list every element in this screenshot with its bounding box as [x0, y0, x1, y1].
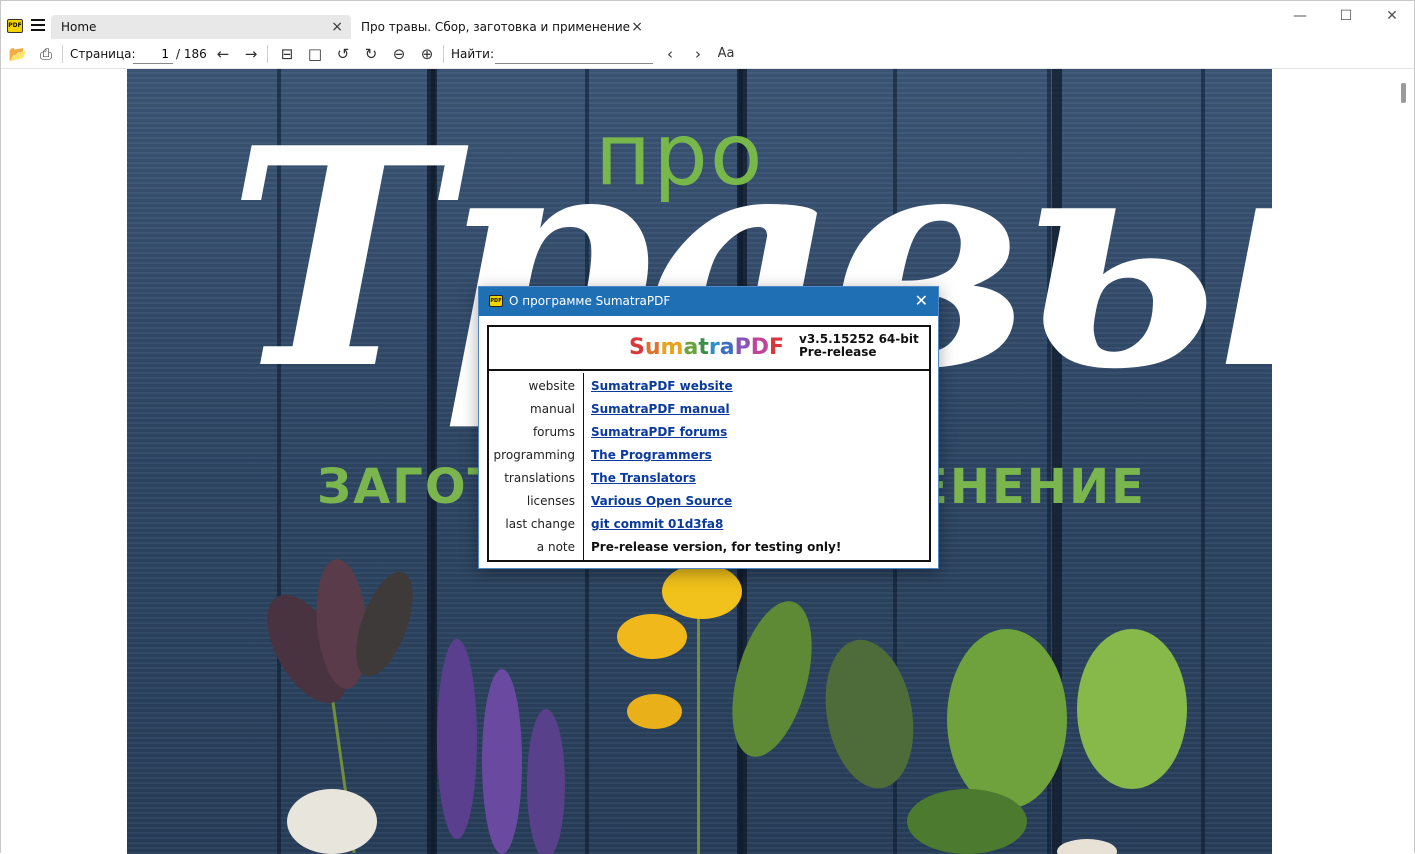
toolbar-divider [62, 45, 63, 63]
page-label: Страница: [70, 47, 136, 61]
app-window: PDF Home × Про травы. Сбор, заготовка и … [0, 0, 1415, 854]
tab-close-icon[interactable]: × [631, 15, 643, 39]
page-number-input[interactable] [133, 44, 173, 64]
tab-label: Про травы. Сбор, заготовка и применение.… [361, 20, 631, 34]
about-row-website: website SumatraPDF website [489, 379, 929, 402]
match-case-icon[interactable]: Aa [715, 43, 737, 65]
logo-letter: D [750, 335, 769, 360]
find-prev-icon[interactable]: ‹ [659, 43, 681, 65]
logo-letter: F [768, 335, 784, 360]
row-link[interactable]: SumatraPDF website [591, 379, 733, 393]
row-link[interactable]: Various Open Source [591, 494, 732, 508]
toolbar: 📂 ⎙ Страница: / 186 ← → ⊟ □ ↺ ↻ ⊖ ⊕ Найт… [1, 39, 1414, 69]
single-page-layout-icon[interactable]: □ [304, 43, 326, 65]
prev-page-icon[interactable]: ← [212, 43, 234, 65]
tab-home[interactable]: Home × [51, 15, 351, 39]
about-row-a-note: a note Pre-release version, for testing o… [489, 540, 929, 563]
about-row-licenses: licenses Various Open Source [489, 494, 929, 517]
logo-letter: a [683, 335, 699, 360]
next-page-icon[interactable]: → [240, 43, 262, 65]
sumatrapdf-logo: SumatraPDF [629, 335, 784, 360]
open-folder-icon[interactable]: 📂 [7, 43, 29, 65]
maximize-button[interactable]: ☐ [1323, 5, 1369, 29]
find-next-icon[interactable]: › [687, 43, 709, 65]
row-label: manual [530, 402, 575, 416]
version-info: v3.5.15252 64-bit Pre-release [799, 333, 919, 359]
tab-close-icon[interactable]: × [331, 15, 343, 39]
row-label: licenses [526, 494, 575, 508]
toolbar-divider [443, 45, 444, 63]
rotate-left-icon[interactable]: ↺ [332, 43, 354, 65]
about-header: SumatraPDF v3.5.15252 64-bit Pre-release [489, 327, 929, 371]
zoom-out-icon[interactable]: ⊖ [388, 43, 410, 65]
about-row-translations: translations The Translators [489, 471, 929, 494]
about-row-manual: manual SumatraPDF manual [489, 402, 929, 425]
row-link[interactable]: SumatraPDF manual [591, 402, 730, 416]
vertical-scrollbar[interactable] [1396, 69, 1414, 854]
row-label: translations [504, 471, 575, 485]
dialog-title-bar: PDF О программе SumatraPDF ✕ [479, 287, 938, 316]
logo-letter: m [660, 335, 684, 360]
logo-letter: r [708, 335, 720, 360]
continuous-layout-icon[interactable]: ⊟ [276, 43, 298, 65]
row-link[interactable]: git commit 01d3fa8 [591, 517, 723, 531]
toolbar-divider [267, 45, 268, 63]
row-label: programming [493, 448, 575, 462]
release-type: Pre-release [799, 345, 877, 359]
zoom-in-icon[interactable]: ⊕ [416, 43, 438, 65]
logo-letter: S [629, 335, 645, 360]
tab-label: Home [61, 20, 97, 34]
row-label: a note [536, 540, 575, 554]
row-link[interactable]: The Translators [591, 471, 696, 485]
dialog-close-button[interactable]: ✕ [915, 287, 928, 315]
logo-letter: t [698, 335, 709, 360]
logo-letter: u [644, 335, 661, 360]
about-dialog: PDF О программе SumatraPDF ✕ SumatraPDF … [478, 286, 939, 569]
app-logo-icon: PDF [489, 295, 503, 307]
about-row-programming: programming The Programmers [489, 448, 929, 471]
find-label: Найти: [451, 47, 495, 61]
title-bar: PDF Home × Про травы. Сбор, заготовка и … [1, 1, 1414, 39]
menu-hamburger-icon[interactable] [31, 19, 45, 33]
page-total: / 186 [176, 47, 207, 61]
row-link[interactable]: SumatraPDF forums [591, 425, 727, 439]
find-input[interactable] [495, 44, 653, 64]
scrollbar-thumb[interactable] [1401, 83, 1406, 103]
row-note: Pre-release version, for testing only! [591, 540, 842, 554]
row-label: forums [532, 425, 575, 439]
close-window-button[interactable]: ✕ [1369, 5, 1415, 29]
row-link[interactable]: The Programmers [591, 448, 712, 462]
row-label: last change [505, 517, 575, 531]
dialog-title: О программе SumatraPDF [509, 294, 671, 308]
about-content: SumatraPDF v3.5.15252 64-bit Pre-release… [487, 325, 931, 562]
about-row-forums: forums SumatraPDF forums [489, 425, 929, 448]
about-row-last-change: last change git commit 01d3fa8 [489, 517, 929, 540]
tab-document[interactable]: Про травы. Сбор, заготовка и применение.… [351, 15, 651, 39]
logo-letter: a [719, 335, 735, 360]
rotate-right-icon[interactable]: ↻ [360, 43, 382, 65]
row-label: website [528, 379, 576, 393]
logo-letter: P [734, 335, 751, 360]
app-logo-icon[interactable]: PDF [7, 19, 23, 33]
minimize-button[interactable]: — [1277, 5, 1323, 29]
print-icon[interactable]: ⎙ [35, 43, 57, 65]
